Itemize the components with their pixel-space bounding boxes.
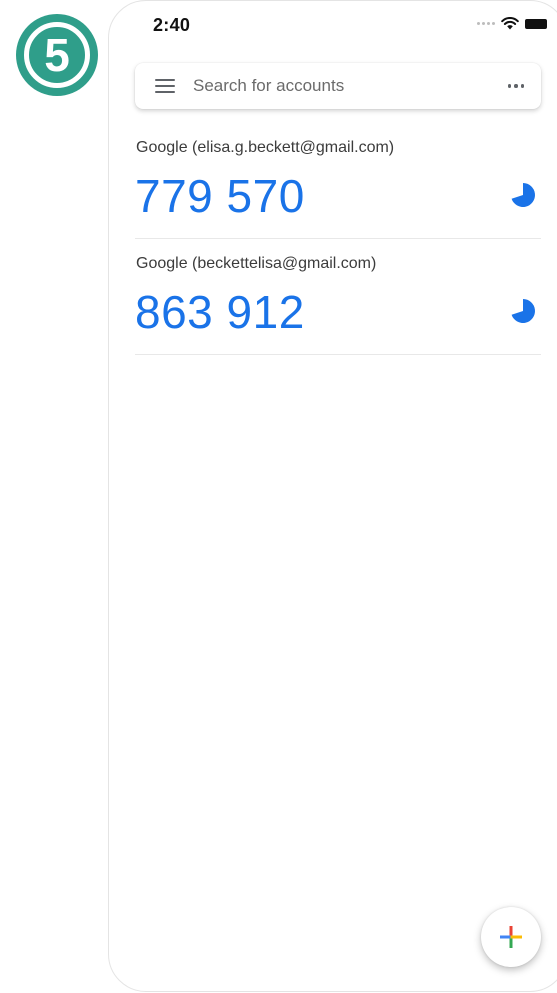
more-horizontal-icon[interactable] — [501, 71, 531, 101]
search-bar[interactable]: Search for accounts — [135, 63, 541, 109]
cellular-signal-icon — [477, 22, 495, 25]
account-name: Google (beckettelisa@gmail.com) — [136, 255, 377, 272]
search-input[interactable]: Search for accounts — [193, 76, 501, 96]
verification-code[interactable]: 779 570 — [135, 169, 305, 223]
status-time: 2:40 — [153, 15, 191, 35]
battery-icon — [525, 18, 547, 29]
status-bar: 2:40 — [109, 1, 557, 53]
countdown-pie-icon — [511, 299, 535, 323]
screen: 5 2:40 Search for accounts Google (elisa… — [0, 0, 557, 993]
verification-code[interactable]: 863 912 — [135, 285, 305, 339]
add-account-button[interactable] — [481, 907, 541, 967]
hamburger-menu-icon[interactable] — [155, 79, 175, 93]
plus-icon — [500, 926, 522, 948]
phone-frame: 2:40 Search for accounts Google (elisa.g… — [108, 0, 557, 992]
account-entry[interactable]: Google (elisa.g.beckett@gmail.com) 779 5… — [135, 129, 541, 239]
account-entry[interactable]: Google (beckettelisa@gmail.com) 863 912 — [135, 245, 541, 355]
step-number-label: 5 — [24, 22, 90, 88]
wifi-icon — [501, 17, 519, 30]
account-name: Google (elisa.g.beckett@gmail.com) — [136, 139, 395, 156]
status-icons — [477, 17, 547, 30]
countdown-pie-icon — [511, 183, 535, 207]
step-number-badge: 5 — [16, 14, 98, 96]
